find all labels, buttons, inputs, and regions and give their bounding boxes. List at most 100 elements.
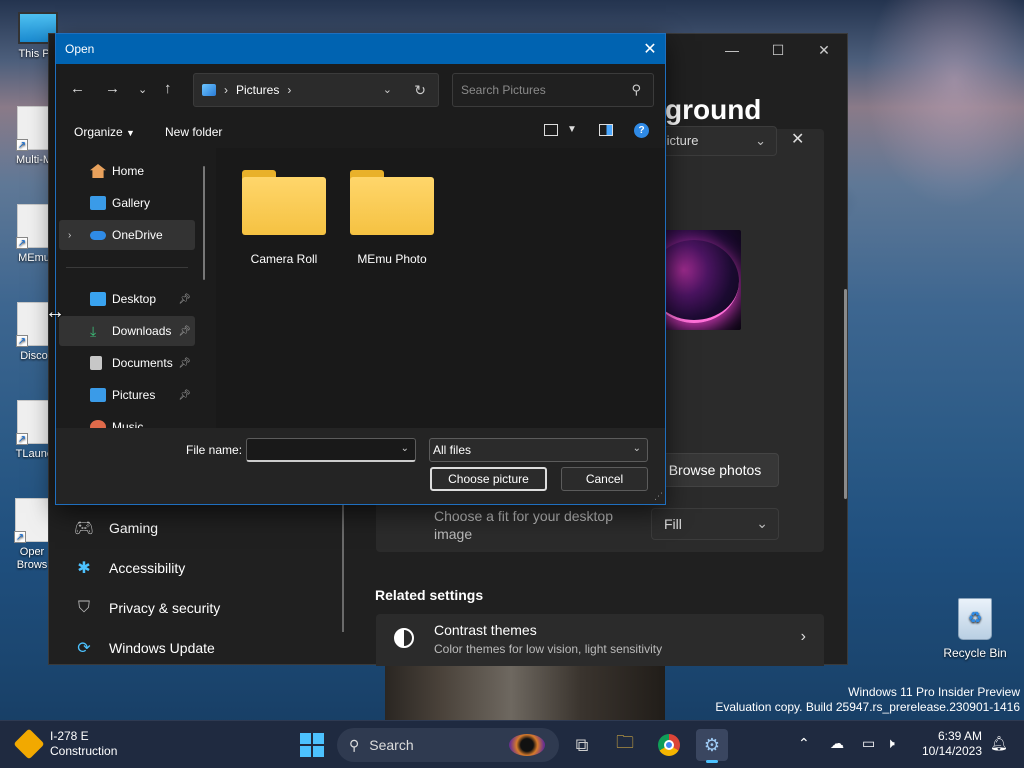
downloads-icon: ⤓ <box>90 323 97 339</box>
contrast-themes-item[interactable]: Contrast themes Color themes for low vis… <box>376 614 824 666</box>
scrollbar[interactable] <box>844 289 847 499</box>
nav-item-windows-update[interactable]: ⟳ Windows Update <box>73 630 215 666</box>
nav-gallery[interactable]: Gallery <box>59 188 195 218</box>
fit-label: Choose a fit for your desktop image <box>434 508 613 542</box>
chevron-up-icon[interactable]: ⌃ <box>798 735 810 752</box>
chevron-right-icon[interactable]: › <box>68 230 71 241</box>
nav-item-privacy[interactable]: ⛉ Privacy & security <box>73 590 220 626</box>
maximize-button[interactable]: ☐ <box>755 34 801 66</box>
collapse-icon[interactable]: ✕ <box>791 129 804 149</box>
folder-icon <box>242 170 326 236</box>
dialog-footer: File name: ⌄ All files ⌄ Choose picture … <box>56 428 665 504</box>
windows-watermark: Windows 11 Pro Insider Preview Evaluatio… <box>715 685 1020 714</box>
file-type-select[interactable]: All files ⌄ <box>429 438 648 462</box>
search-icon: ⚲ <box>631 82 641 97</box>
new-folder-button[interactable]: New folder <box>165 125 222 139</box>
gallery-icon <box>90 196 106 210</box>
clock[interactable]: 6:39 AM 10/14/2023 <box>922 729 982 759</box>
browse-photos-button[interactable]: Browse photos <box>651 453 779 487</box>
chevron-right-icon: › <box>800 628 806 645</box>
preview-pane-icon[interactable] <box>599 124 613 136</box>
minimize-button[interactable]: — <box>709 34 755 66</box>
chevron-down-icon: ⌄ <box>632 443 641 454</box>
back-arrow-icon[interactable]: ← <box>70 80 85 97</box>
network-icon[interactable]: ▭ <box>862 735 875 752</box>
help-icon[interactable]: ? <box>634 123 649 138</box>
start-button[interactable] <box>300 733 324 757</box>
folder-memu-photo[interactable]: MEmu Photo <box>344 170 440 266</box>
resize-grip-icon[interactable]: ⋰ <box>654 491 663 502</box>
nav-onedrive[interactable]: › OneDrive <box>59 220 195 250</box>
pin-icon: 📌︎ <box>178 293 191 305</box>
fit-select[interactable]: Fill ⌄ <box>651 508 779 540</box>
search-highlight-icon <box>509 734 545 756</box>
organize-button[interactable]: Organize ▼ <box>74 125 135 139</box>
chevron-down-icon[interactable]: ⌄ <box>383 83 392 96</box>
nav-music[interactable]: Music <box>59 412 195 428</box>
desktop-icon-recycle-bin[interactable]: ♻ Recycle Bin <box>940 598 1010 660</box>
chrome-icon[interactable] <box>653 729 685 761</box>
choose-picture-button[interactable]: Choose picture <box>430 467 547 491</box>
dialog-titlebar[interactable]: Open ✕ <box>56 34 665 64</box>
accessibility-icon: ✱ <box>77 560 91 577</box>
close-button[interactable]: ✕ <box>801 34 847 66</box>
dialog-close-button[interactable]: ✕ <box>635 34 665 64</box>
nav-downloads[interactable]: ⤓ Downloads 📌︎ <box>59 316 195 346</box>
notification-bell-icon[interactable]: 🔔︎ <box>990 735 1008 752</box>
forward-arrow-icon[interactable]: → <box>105 80 120 97</box>
documents-icon <box>90 356 102 370</box>
navigation-pane: Home Gallery › OneDrive Desktop 📌︎ ⤓ Dow… <box>56 148 216 428</box>
wallpaper-pier <box>385 665 665 720</box>
task-view-icon[interactable]: ⧉ <box>566 729 598 761</box>
up-arrow-icon[interactable]: ↑ <box>164 80 172 97</box>
folder-camera-roll[interactable]: Camera Roll <box>236 170 332 266</box>
contrast-icon <box>394 628 414 648</box>
nav-separator <box>66 267 188 268</box>
nav-divider <box>342 504 344 632</box>
folder-icon <box>350 170 434 236</box>
shortcut-file-icon: ↗ <box>16 400 51 445</box>
weather-widget[interactable]: I-278 E Construction <box>13 728 117 760</box>
caret-down-icon[interactable]: ▼ <box>567 124 577 135</box>
file-pane: Camera Roll MEmu Photo <box>216 148 665 428</box>
address-row: ← → ⌄ ↑ › Pictures › ⌄ ↻ Search Pictures… <box>56 64 665 116</box>
chevron-down-icon: ⌄ <box>755 133 766 148</box>
page-title: ground <box>665 94 762 125</box>
nav-item-accessibility[interactable]: ✱ Accessibility <box>73 550 185 586</box>
caret-down-icon: ▼ <box>126 128 135 138</box>
settings-icon[interactable]: ⚙ <box>696 729 728 763</box>
breadcrumb[interactable]: Pictures <box>236 83 279 97</box>
home-icon <box>90 164 106 178</box>
shortcut-file-icon: ↗ <box>16 106 51 151</box>
file-explorer-icon[interactable]: 🗀︎ <box>609 729 641 761</box>
view-icon[interactable] <box>544 124 558 136</box>
recycle-bin-icon: ♻ <box>958 598 992 640</box>
scrollbar[interactable] <box>203 166 205 280</box>
file-name-label: File name: <box>186 443 243 457</box>
onedrive-tray-icon[interactable]: ☁ <box>830 735 844 752</box>
chevron-down-icon[interactable]: ⌄ <box>401 443 409 454</box>
refresh-icon[interactable]: ↻ <box>414 82 426 99</box>
volume-icon[interactable]: 🕨︎ <box>886 735 895 752</box>
pin-icon: 📌︎ <box>178 357 191 369</box>
pin-icon: 📌︎ <box>178 325 191 337</box>
shortcut-file-icon: ↗ <box>16 204 51 249</box>
background-type-select[interactable]: Picture ⌄ <box>649 126 777 156</box>
search-box[interactable]: Search Pictures ⚲ <box>452 73 654 107</box>
nav-desktop[interactable]: Desktop 📌︎ <box>59 284 195 314</box>
wallpaper-cloud <box>850 0 1024 230</box>
related-settings-heading: Related settings <box>375 587 484 603</box>
recent-locations-icon[interactable]: ⌄ <box>138 83 147 96</box>
file-name-input[interactable]: ⌄ <box>246 438 416 462</box>
nav-home[interactable]: Home <box>59 156 195 186</box>
nav-documents[interactable]: Documents 📌︎ <box>59 348 195 378</box>
address-bar[interactable]: › Pictures › ⌄ ↻ <box>193 73 439 107</box>
onedrive-icon <box>90 230 106 240</box>
chevron-down-icon: ⌄ <box>756 515 768 531</box>
nav-pictures[interactable]: Pictures 📌︎ <box>59 380 195 410</box>
nav-item-gaming[interactable]: 🎮︎ Gaming <box>73 510 158 546</box>
taskbar-search[interactable]: ⚲ Search <box>337 728 559 762</box>
wallpaper-preview <box>659 230 741 330</box>
search-icon: ⚲ <box>349 736 360 753</box>
cancel-button[interactable]: Cancel <box>561 467 648 491</box>
